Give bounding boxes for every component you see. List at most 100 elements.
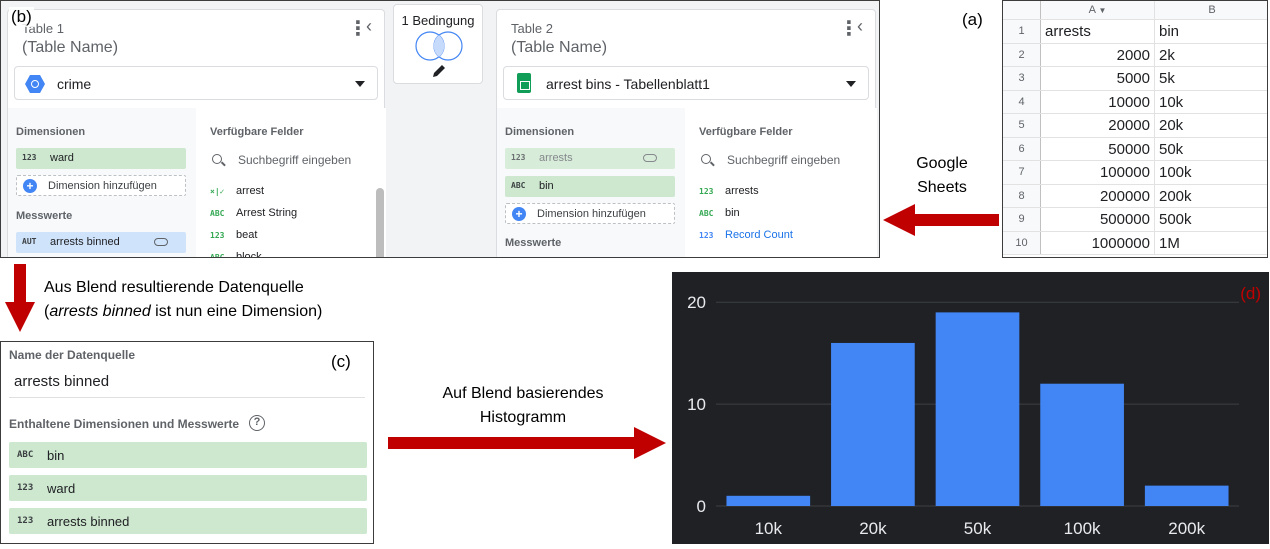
cell-a[interactable]: 1000000 [1041,231,1155,254]
available-field-item[interactable]: ABC bin [699,207,849,221]
cell-b[interactable]: 20k [1155,114,1267,137]
available-field-item[interactable]: 123 beat [210,229,360,243]
cell-b[interactable]: 5k [1155,67,1267,90]
cell-b[interactable]: 50k [1155,138,1267,161]
cell-a[interactable]: 50000 [1041,137,1155,160]
search-icon [701,154,711,164]
note-line: Aus Blend resultierende Datenquelle [44,279,304,296]
number-type-icon: 123 [22,153,37,162]
cell-a[interactable]: 10000 [1041,90,1155,113]
data-source-select[interactable]: arrest bins - Tabellenblatt1 [503,66,869,100]
row-number[interactable]: 10 [1003,231,1041,254]
metric-chip[interactable]: AUT arrests binned [16,232,186,253]
cell-b[interactable]: 2k [1155,44,1267,67]
available-field-item[interactable]: ABC block [210,251,360,257]
row-number[interactable]: 2 [1003,43,1041,66]
add-dimension-button[interactable]: + Dimension hinzufügen [505,203,675,224]
y-tick-label: 0 [697,497,706,516]
add-dimension-button[interactable]: + Dimension hinzufügen [16,175,186,196]
field-search-input[interactable]: Suchbegriff eingeben [212,153,372,169]
y-tick-label: 10 [687,395,706,414]
arrow-left-icon [883,204,999,236]
cell-b[interactable]: 500k [1155,208,1267,231]
available-field-item[interactable]: ×|✓ arrest [210,185,360,199]
histogram-bar[interactable] [831,342,915,506]
add-dimension-label: Dimension hinzufügen [537,208,646,220]
source-name-input[interactable]: arrests binned [9,372,365,398]
column-header-a[interactable]: A ▼ [1041,1,1155,19]
chevron-left-icon[interactable]: ‹ [857,16,863,37]
more-vert-icon[interactable]: ⋮ [348,16,368,41]
cell-a[interactable]: 2000 [1041,43,1155,66]
data-source-label: arrest bins - Tabellenblatt1 [546,76,710,92]
dimension-chip[interactable]: ABC bin [505,176,675,197]
x-tick-label: 100k [1064,519,1101,538]
field-row[interactable]: ABC bin [9,442,367,468]
field-row[interactable]: 123 ward [9,475,367,501]
cell-b[interactable]: 200k [1155,185,1267,208]
cell-a[interactable]: 5000 [1041,67,1155,90]
field-name: arrests binned [47,514,130,529]
chevron-left-icon[interactable]: ‹ [366,16,372,37]
corner-cell[interactable] [1003,1,1041,19]
row-number[interactable]: 6 [1003,137,1041,160]
cell-b[interactable]: 100k [1155,161,1267,184]
row-number[interactable]: 9 [1003,208,1041,231]
available-field-item[interactable]: 123 arrests [699,185,849,199]
dimension-chip[interactable]: 123 ward [16,148,186,169]
dropdown-arrow-icon [846,81,856,87]
scrollbar[interactable] [376,188,384,257]
help-icon[interactable]: ? [249,415,265,431]
table-2-card: Table 2 (Table Name) ⋮ ‹ arrest bins - T… [496,9,877,257]
row-number[interactable]: 5 [1003,114,1041,137]
data-source-panel: Name der Datenquelle arrests binned Enth… [0,341,374,544]
histogram-bar[interactable] [726,495,811,506]
row-number[interactable]: 7 [1003,161,1041,184]
condition-label: 1 Bedingung [401,13,475,28]
sheet-row: 2 2000 2k [1003,43,1267,67]
available-field-item[interactable]: 123 Record Count [699,229,849,243]
cell-b[interactable]: 10k [1155,91,1267,114]
cell-a[interactable]: 200000 [1041,184,1155,207]
cell-b[interactable]: 1M [1155,232,1267,255]
edit-pencil-icon[interactable] [431,63,447,79]
add-dimension-label: Dimension hinzufügen [48,180,157,192]
column-header-b[interactable]: B [1155,1,1267,19]
histogram-bar[interactable] [1040,383,1124,506]
auto-type-icon: AUT [22,237,37,246]
available-field-item[interactable]: ABC Arrest String [210,207,360,221]
cell-a[interactable]: 100000 [1041,161,1155,184]
cell-a[interactable]: 20000 [1041,114,1155,137]
selected-fields-column: Dimensionen 123 ward + Dimension hinzufü… [8,108,196,257]
dimension-chip[interactable]: 123 arrests [505,148,675,169]
row-number[interactable]: 4 [1003,90,1041,113]
more-vert-icon[interactable]: ⋮ [839,16,859,41]
table-name-field[interactable]: (Table Name) [511,39,607,57]
link-icon [643,154,657,162]
row-number[interactable]: 1 [1003,20,1041,43]
panel-label-d: (d) [1240,284,1261,303]
x-tick-label: 200k [1168,519,1205,538]
cell-a[interactable]: arrests [1041,20,1155,43]
note-line: Sheets [917,179,967,196]
histogram-chart-panel: 0 10 20 10k 20k 50k 100k 200k (d) [672,272,1269,544]
data-source-select[interactable]: crime [14,66,378,100]
row-number[interactable]: 3 [1003,67,1041,90]
dimensions-header: Dimensionen [16,126,86,138]
cell-a[interactable]: 500000 [1041,208,1155,231]
field-name: bin [725,207,740,219]
field-row[interactable]: 123 arrests binned [9,508,367,534]
cell-b[interactable]: bin [1155,20,1267,43]
available-fields-header: Verfügbare Felder [699,126,793,138]
dimension-name: bin [539,180,554,192]
histogram-bar[interactable] [1144,485,1229,506]
field-search-input[interactable]: Suchbegriff eingeben [701,153,861,169]
histogram-bar[interactable] [935,312,1020,506]
dropdown-arrow-icon: ▼ [1098,6,1107,15]
panel-label-c: (c) [331,352,351,371]
row-number[interactable]: 8 [1003,184,1041,207]
table-name-field[interactable]: (Table Name) [22,39,118,57]
source-name-header: Name der Datenquelle [9,348,136,362]
google-sheets-note: Google Sheets [906,152,978,200]
join-condition-button[interactable]: 1 Bedingung [393,4,483,84]
